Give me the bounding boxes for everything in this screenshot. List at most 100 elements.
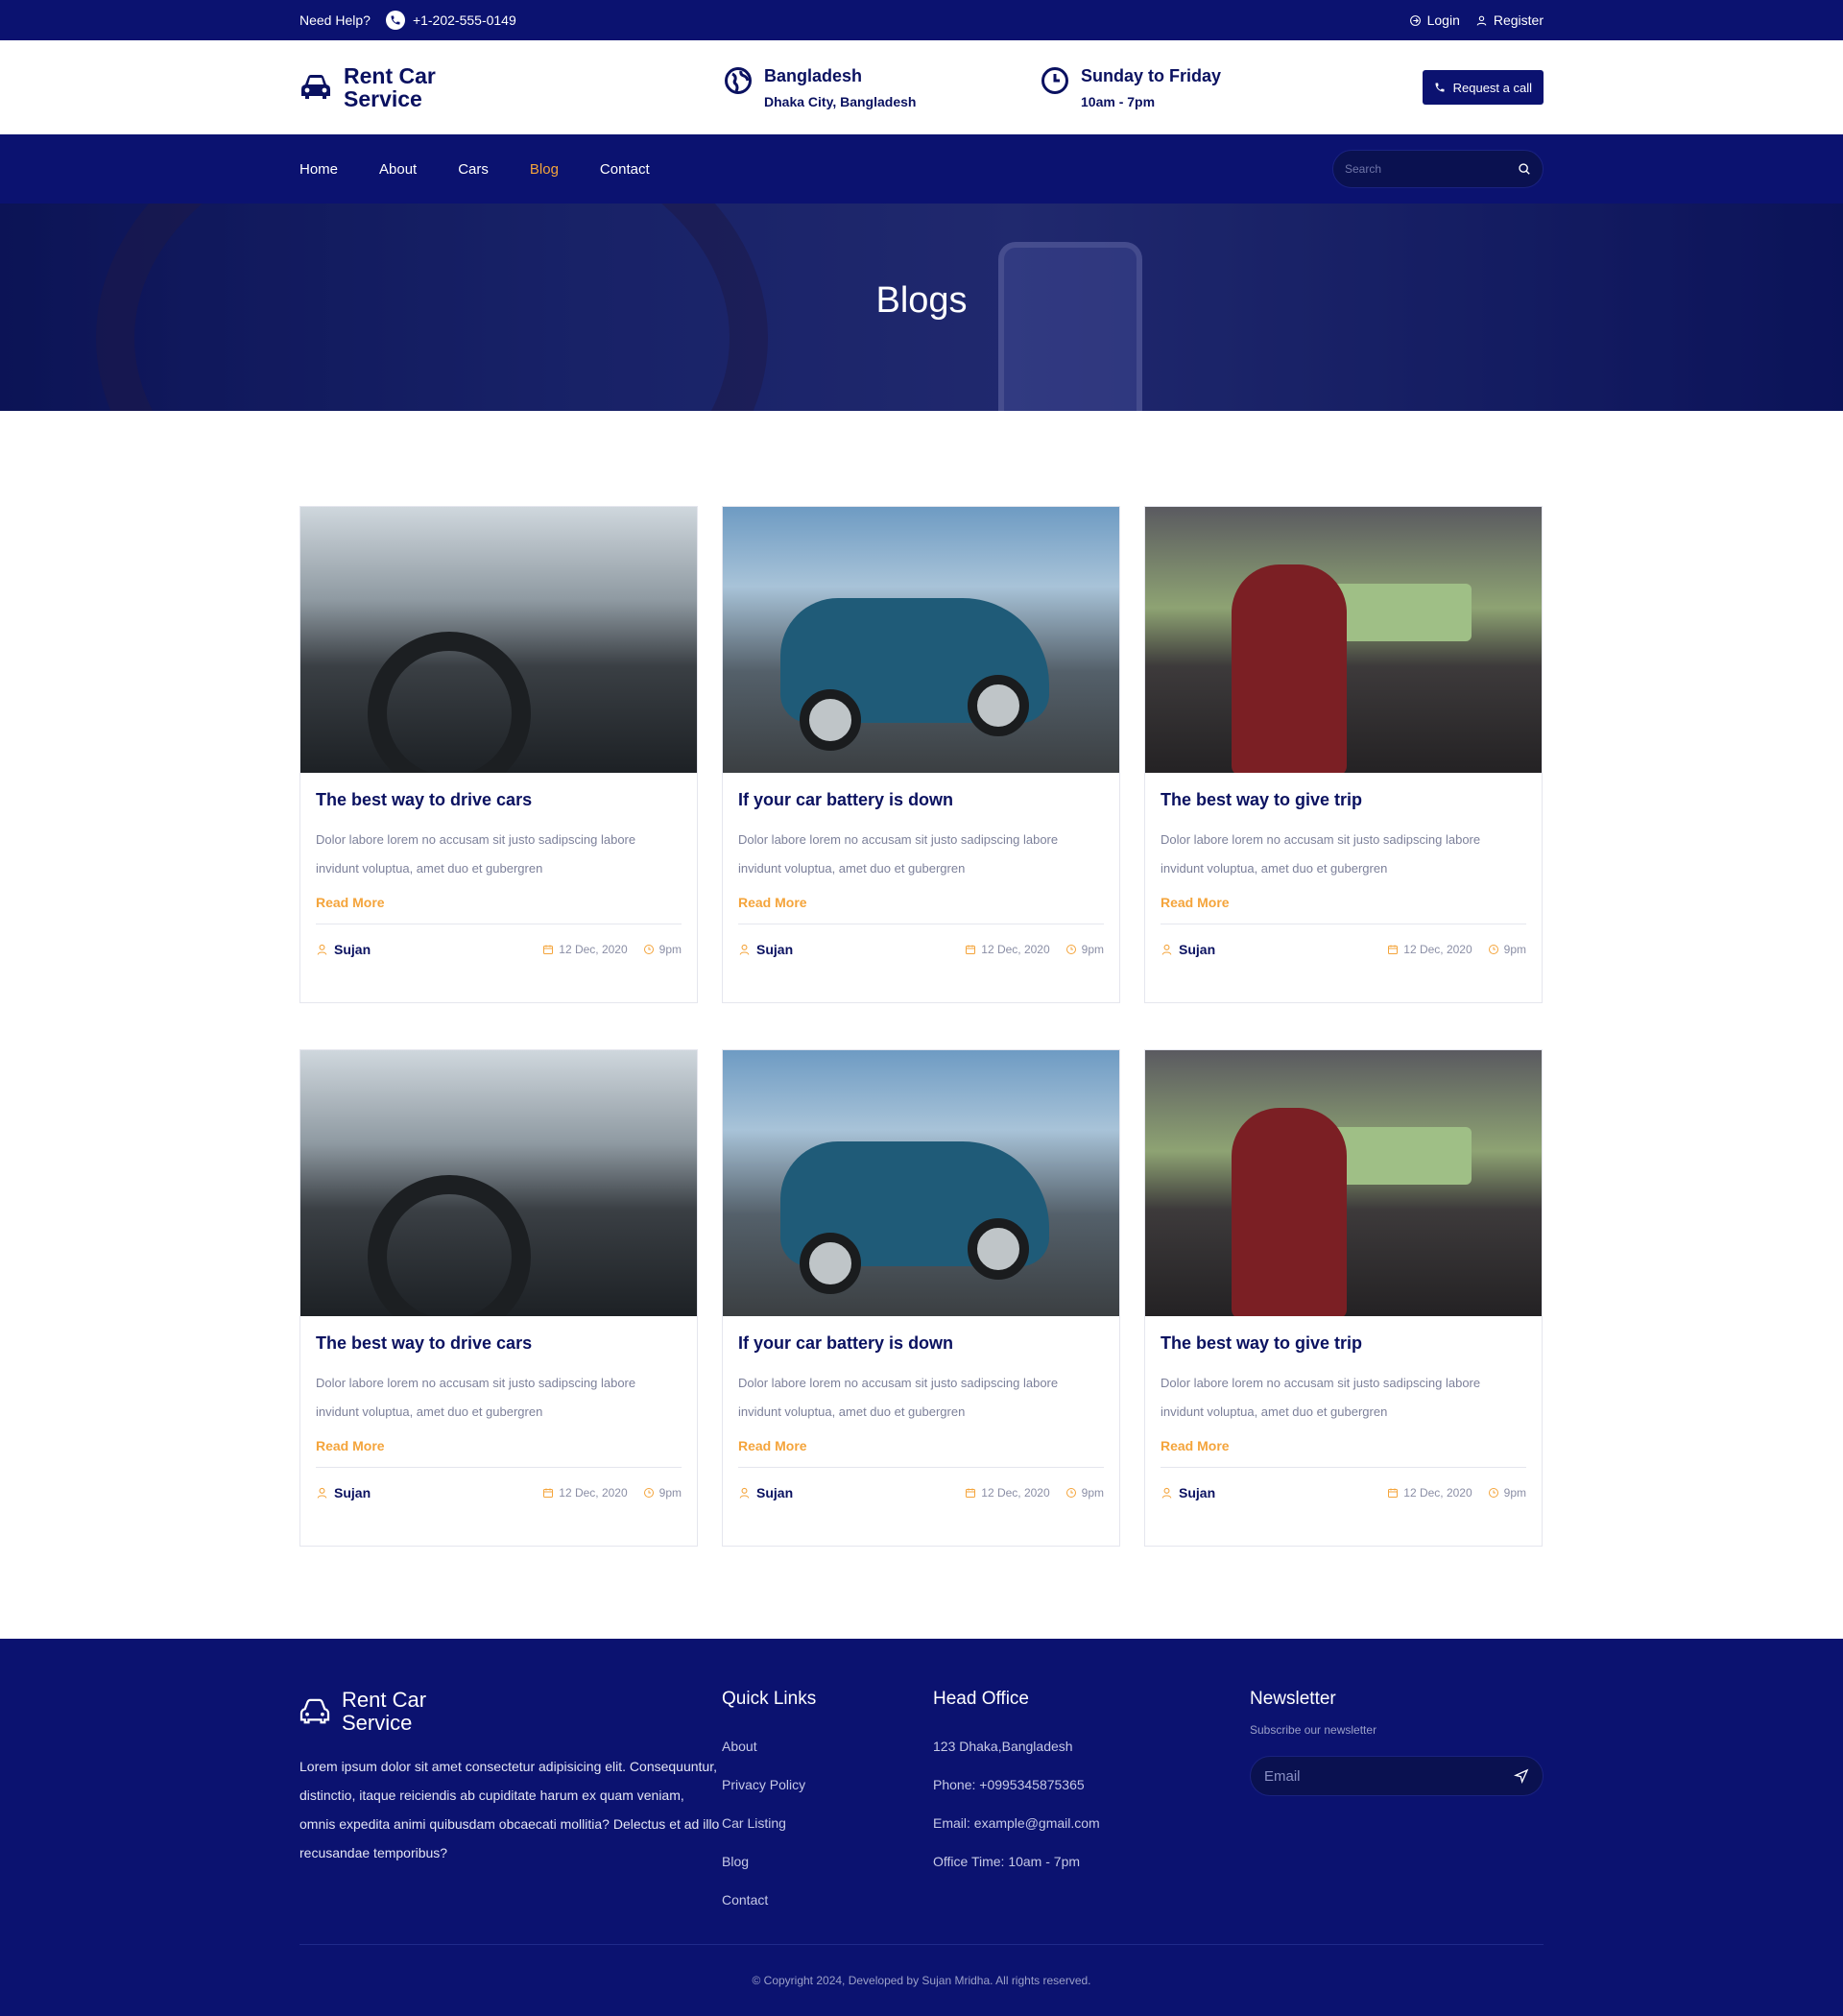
search-input[interactable]: Search [1332, 150, 1544, 188]
calendar-icon [543, 945, 554, 954]
office-address: 123 Dhaka,Bangladesh [933, 1739, 1073, 1754]
location-info: Bangladesh Dhaka City, Bangladesh [724, 66, 1041, 109]
user-icon [1476, 15, 1487, 26]
search-icon[interactable] [1518, 162, 1531, 176]
post-author: Sujan [316, 942, 371, 957]
search-placeholder: Search [1345, 162, 1382, 176]
blog-card-image[interactable] [1145, 1050, 1542, 1316]
time-text: 9pm [1503, 1486, 1526, 1500]
clock-icon [1065, 1488, 1076, 1498]
time-text: 9pm [1081, 1486, 1104, 1500]
blog-card-image[interactable] [300, 1050, 697, 1316]
request-call-button[interactable]: Request a call [1422, 70, 1544, 105]
hours-info: Sunday to Friday 10am - 7pm [1041, 66, 1415, 109]
car-wheel-shape [968, 1218, 1029, 1280]
blog-card-excerpt: Dolor labore lorem no accusam sit justo … [1161, 832, 1481, 876]
office-time: Office Time: 10am - 7pm [933, 1854, 1081, 1869]
user-icon [1161, 944, 1172, 955]
car-icon [301, 75, 330, 99]
nav-item-home[interactable]: Home [299, 161, 338, 178]
car-wheel-shape [968, 675, 1029, 736]
read-more-link[interactable]: Read More [1161, 1438, 1526, 1468]
nav-item-about[interactable]: About [379, 161, 417, 178]
read-more-link[interactable]: Read More [738, 1438, 1104, 1468]
post-time: 9pm [1488, 1486, 1526, 1500]
author-name: Sujan [756, 1485, 794, 1500]
blog-card-title[interactable]: The best way to drive cars [316, 1333, 682, 1354]
date-text: 12 Dec, 2020 [1403, 943, 1472, 956]
phone-number: +1-202-555-0149 [412, 12, 516, 28]
office-info-list: 123 Dhaka,Bangladesh Phone: +09953458753… [933, 1727, 1250, 1881]
user-icon [317, 1487, 327, 1499]
main-nav: Home About Cars Blog Contact Search [0, 134, 1843, 204]
login-link[interactable]: Login [1409, 12, 1460, 28]
quick-link-privacy[interactable]: Privacy Policy [722, 1765, 933, 1804]
register-link[interactable]: Register [1475, 12, 1544, 28]
phone-contact[interactable]: +1-202-555-0149 [385, 11, 516, 30]
quick-link-about[interactable]: About [722, 1727, 933, 1765]
footer-brand[interactable]: Rent Car Service [299, 1689, 722, 1735]
calendar-icon [1388, 945, 1399, 954]
quick-link-contact[interactable]: Contact [722, 1881, 933, 1919]
hours-sub: 10am - 7pm [1081, 93, 1156, 109]
topbar: Need Help? +1-202-555-0149 Login Registe… [0, 0, 1843, 40]
blog-card-title[interactable]: The best way to drive cars [316, 790, 682, 810]
time-text: 9pm [1081, 943, 1104, 956]
login-icon [1409, 14, 1421, 26]
user-icon [739, 1487, 750, 1499]
nav-item-cars[interactable]: Cars [458, 161, 489, 178]
steering-wheel-shape [368, 1175, 531, 1316]
header: Rent Car Service Bangladesh Dhaka City, … [0, 40, 1843, 134]
location-title: Bangladesh [764, 65, 863, 85]
post-time: 9pm [1065, 1486, 1104, 1500]
blog-card[interactable]: The best way to give trip Dolor labore lo… [1144, 506, 1543, 1003]
blog-card-excerpt: Dolor labore lorem no accusam sit justo … [738, 832, 1059, 876]
blog-card-image[interactable] [300, 507, 697, 773]
page-title: Blogs [875, 280, 968, 321]
quick-link-blog[interactable]: Blog [722, 1842, 933, 1881]
blog-card-excerpt: Dolor labore lorem no accusam sit justo … [1161, 1376, 1481, 1419]
time-text: 9pm [658, 943, 682, 956]
read-more-link[interactable]: Read More [738, 895, 1104, 924]
user-icon [1161, 1487, 1172, 1499]
blog-card-image[interactable] [723, 507, 1119, 773]
author-name: Sujan [334, 942, 371, 957]
footer-brand-line-1: Rent Car [342, 1688, 427, 1712]
nav-item-blog[interactable]: Blog [530, 161, 559, 178]
blog-card-image[interactable] [723, 1050, 1119, 1316]
post-time: 9pm [1065, 943, 1104, 956]
read-more-link[interactable]: Read More [316, 1438, 682, 1468]
brand-logo[interactable]: Rent Car Service [299, 64, 724, 110]
quick-link-car-listing[interactable]: Car Listing [722, 1804, 933, 1842]
blog-card-title[interactable]: The best way to give trip [1161, 1333, 1526, 1354]
blog-card[interactable]: The best way to give trip Dolor labore lo… [1144, 1049, 1543, 1547]
author-name: Sujan [1179, 942, 1216, 957]
blog-card[interactable]: If your car battery is down Dolor labore … [722, 506, 1120, 1003]
newsletter-title: Newsletter [1250, 1689, 1336, 1709]
blog-card-title[interactable]: If your car battery is down [738, 790, 1104, 810]
date-text: 12 Dec, 2020 [559, 943, 628, 956]
post-author: Sujan [738, 942, 793, 957]
blog-card[interactable]: The best way to drive cars Dolor labore l… [299, 1049, 698, 1547]
read-more-link[interactable]: Read More [316, 895, 682, 924]
send-icon[interactable] [1514, 1768, 1529, 1784]
blog-card[interactable]: If your car battery is down Dolor labore … [722, 1049, 1120, 1547]
calendar-icon [966, 1488, 976, 1498]
blog-card[interactable]: The best way to drive cars Dolor labore l… [299, 506, 698, 1003]
blog-card-title[interactable]: If your car battery is down [738, 1333, 1104, 1354]
calendar-icon [1388, 1488, 1399, 1498]
time-text: 9pm [658, 1486, 682, 1500]
driver-shape [1232, 564, 1347, 773]
quick-links-title: Quick Links [722, 1689, 817, 1709]
nav-item-contact[interactable]: Contact [600, 161, 650, 178]
post-time: 9pm [1488, 943, 1526, 956]
clock-icon [643, 1488, 654, 1498]
blog-card-title[interactable]: The best way to give trip [1161, 790, 1526, 810]
blog-card-image[interactable] [1145, 507, 1542, 773]
author-name: Sujan [334, 1485, 371, 1500]
clock-icon [1488, 1488, 1498, 1498]
brand-line-1: Rent Car [344, 63, 436, 88]
read-more-link[interactable]: Read More [1161, 895, 1526, 924]
newsletter-email-input[interactable]: Email [1250, 1756, 1544, 1796]
footer-description: Lorem ipsum dolor sit amet consectetur a… [299, 1759, 720, 1860]
